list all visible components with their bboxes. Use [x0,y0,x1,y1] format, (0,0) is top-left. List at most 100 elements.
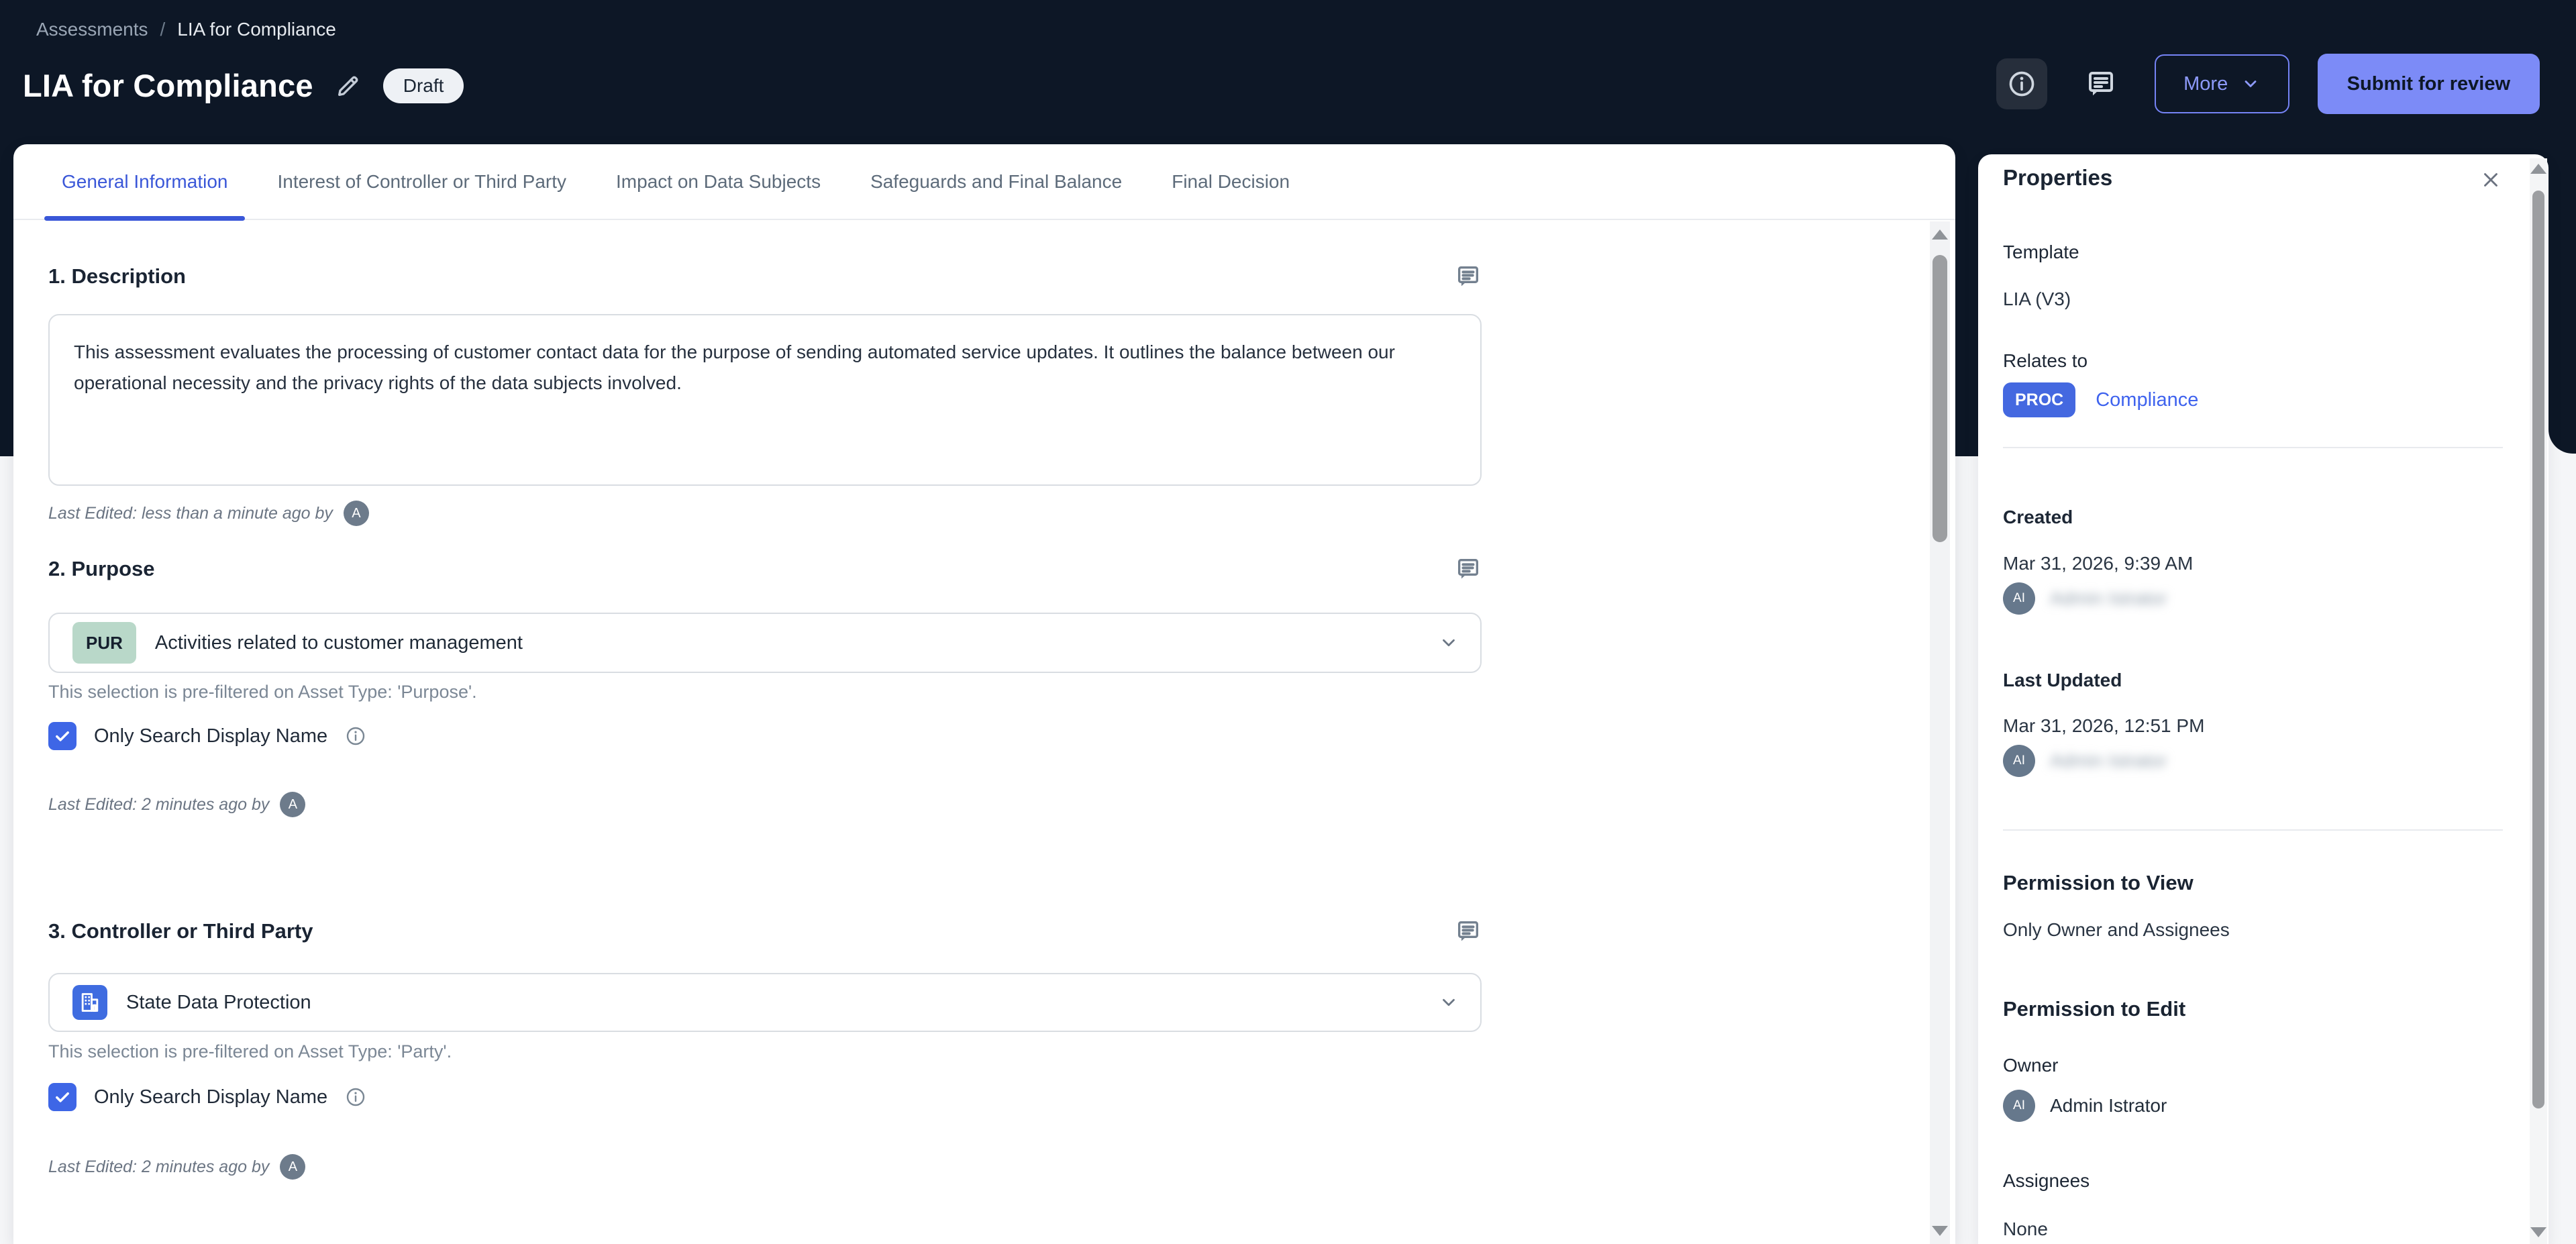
permission-to-edit-label: Permission to Edit [2003,997,2185,1021]
owner-name: Admin Istrator [2050,1095,2167,1117]
scroll-up-arrow[interactable] [2530,164,2546,174]
relates-to-label: Relates to [2003,350,2088,372]
controller-last-edited: Last Edited: 2 minutes ago by A [48,1154,305,1180]
chevron-down-icon [1439,633,1459,653]
proc-badge: PROC [2003,382,2075,417]
status-badge: Draft [383,68,464,103]
breadcrumb-current: LIA for Compliance [177,19,336,40]
scroll-down-arrow[interactable] [2530,1227,2546,1237]
created-by-name: Admin Istrator [2050,588,2167,609]
title-row: LIA for Compliance Draft [23,67,464,104]
main-scrollbar[interactable] [1930,221,1950,1244]
editor-avatar: A [280,1154,305,1180]
main-scrollbar-thumb[interactable] [1933,255,1947,542]
divider [2003,829,2503,831]
breadcrumb: Assessments / LIA for Compliance [36,19,336,40]
purpose-checkbox-row: Only Search Display Name [48,722,366,750]
created-date: Mar 31, 2026, 9:39 AM [2003,553,2193,574]
submit-for-review-button[interactable]: Submit for review [2318,54,2540,114]
last-updated-label: Last Updated [2003,670,2122,691]
dark-background-right-strip [2548,0,2576,454]
only-search-display-name-checkbox[interactable] [48,1083,76,1111]
controller-select-value: State Data Protection [126,992,311,1014]
divider [2003,447,2503,448]
comment-bubble-icon [2085,68,2117,100]
purpose-prefilter-hint: This selection is pre-filtered on Asset … [48,682,477,703]
description-textarea[interactable]: This assessment evaluates the processing… [48,314,1482,486]
purpose-comment-button[interactable] [1455,556,1482,582]
created-by-row: AI Admin Istrator [2003,582,2167,615]
template-value: LIA (V3) [2003,289,2071,310]
tab-interest-of-controller[interactable]: Interest of Controller or Third Party [260,144,584,219]
tab-bar: General Information Interest of Controll… [13,144,1955,220]
section-controller-header: 3. Controller or Third Party [48,918,1482,945]
permission-to-view-label: Permission to View [2003,871,2194,895]
avatar: AI [2003,1090,2035,1122]
header-actions: More Submit for review [1996,54,2540,114]
more-button[interactable]: More [2155,54,2289,113]
controller-checkbox-row: Only Search Display Name [48,1083,366,1111]
last-updated-by-name: Admin Istrator [2050,750,2167,772]
scroll-down-arrow[interactable] [1932,1226,1948,1236]
info-circle-icon[interactable] [345,725,366,747]
breadcrumb-separator: / [160,19,166,40]
compliance-link[interactable]: Compliance [2096,389,2198,411]
building-icon [72,985,107,1020]
tab-impact-on-data-subjects[interactable]: Impact on Data Subjects [599,144,838,219]
controller-select[interactable]: State Data Protection [48,973,1482,1032]
assignees-value: None [2003,1219,2048,1240]
breadcrumb-assessments-link[interactable]: Assessments [36,19,148,40]
section-description-header: 1. Description [48,263,1482,290]
only-search-display-name-label: Only Search Display Name [94,725,327,747]
more-button-label: More [2183,73,2228,95]
controller-prefilter-hint: This selection is pre-filtered on Asset … [48,1041,452,1062]
purpose-last-edited: Last Edited: 2 minutes ago by A [48,792,305,817]
only-search-display-name-label: Only Search Display Name [94,1086,327,1108]
section-controller-title: 3. Controller or Third Party [48,919,313,943]
assessment-card: General Information Interest of Controll… [13,144,1955,1244]
last-edited-text: Last Edited: 2 minutes ago by [48,1157,269,1177]
check-icon [53,1088,72,1106]
purpose-select[interactable]: PUR Activities related to customer manag… [48,613,1482,673]
comment-bubble-icon [1455,263,1482,290]
purpose-type-badge: PUR [72,622,136,664]
x-icon [2479,168,2502,191]
template-label: Template [2003,242,2079,263]
page-title: LIA for Compliance [23,67,313,104]
last-updated-date: Mar 31, 2026, 12:51 PM [2003,715,2204,737]
created-label: Created [2003,507,2073,528]
edit-title-button[interactable] [333,71,363,101]
tab-safeguards-final-balance[interactable]: Safeguards and Final Balance [853,144,1139,219]
info-circle-icon[interactable] [345,1086,366,1108]
comment-bubble-icon [1455,556,1482,582]
description-last-edited: Last Edited: less than a minute ago by A [48,501,369,526]
avatar: AI [2003,745,2035,777]
check-icon [53,727,72,745]
description-comment-button[interactable] [1455,263,1482,290]
comments-button[interactable] [2075,58,2126,109]
last-edited-text: Last Edited: less than a minute ago by [48,504,333,523]
only-search-display-name-checkbox[interactable] [48,722,76,750]
scroll-up-arrow[interactable] [1932,229,1948,240]
owner-label: Owner [2003,1055,2058,1076]
avatar: AI [2003,582,2035,615]
pencil-icon [335,72,362,99]
owner-row: AI Admin Istrator [2003,1090,2167,1122]
properties-scrollbar-thumb[interactable] [2532,191,2544,1108]
properties-scrollbar[interactable] [2530,158,2547,1244]
purpose-select-value: Activities related to customer managemen… [155,632,523,654]
chevron-down-icon [2241,74,2260,93]
editor-avatar: A [344,501,369,526]
editor-avatar: A [280,792,305,817]
info-button[interactable] [1996,58,2047,109]
comment-bubble-icon [1455,918,1482,945]
section-description-title: 1. Description [48,264,186,289]
last-updated-by-row: AI Admin Istrator [2003,745,2167,777]
properties-panel: Properties Template LIA (V3) Relates to … [1978,154,2548,1244]
tab-final-decision[interactable]: Final Decision [1154,144,1307,219]
close-properties-button[interactable] [2477,166,2504,193]
controller-comment-button[interactable] [1455,918,1482,945]
info-circle-icon [2007,69,2037,99]
permission-to-view-value: Only Owner and Assignees [2003,919,2230,941]
tab-general-information[interactable]: General Information [44,144,245,219]
